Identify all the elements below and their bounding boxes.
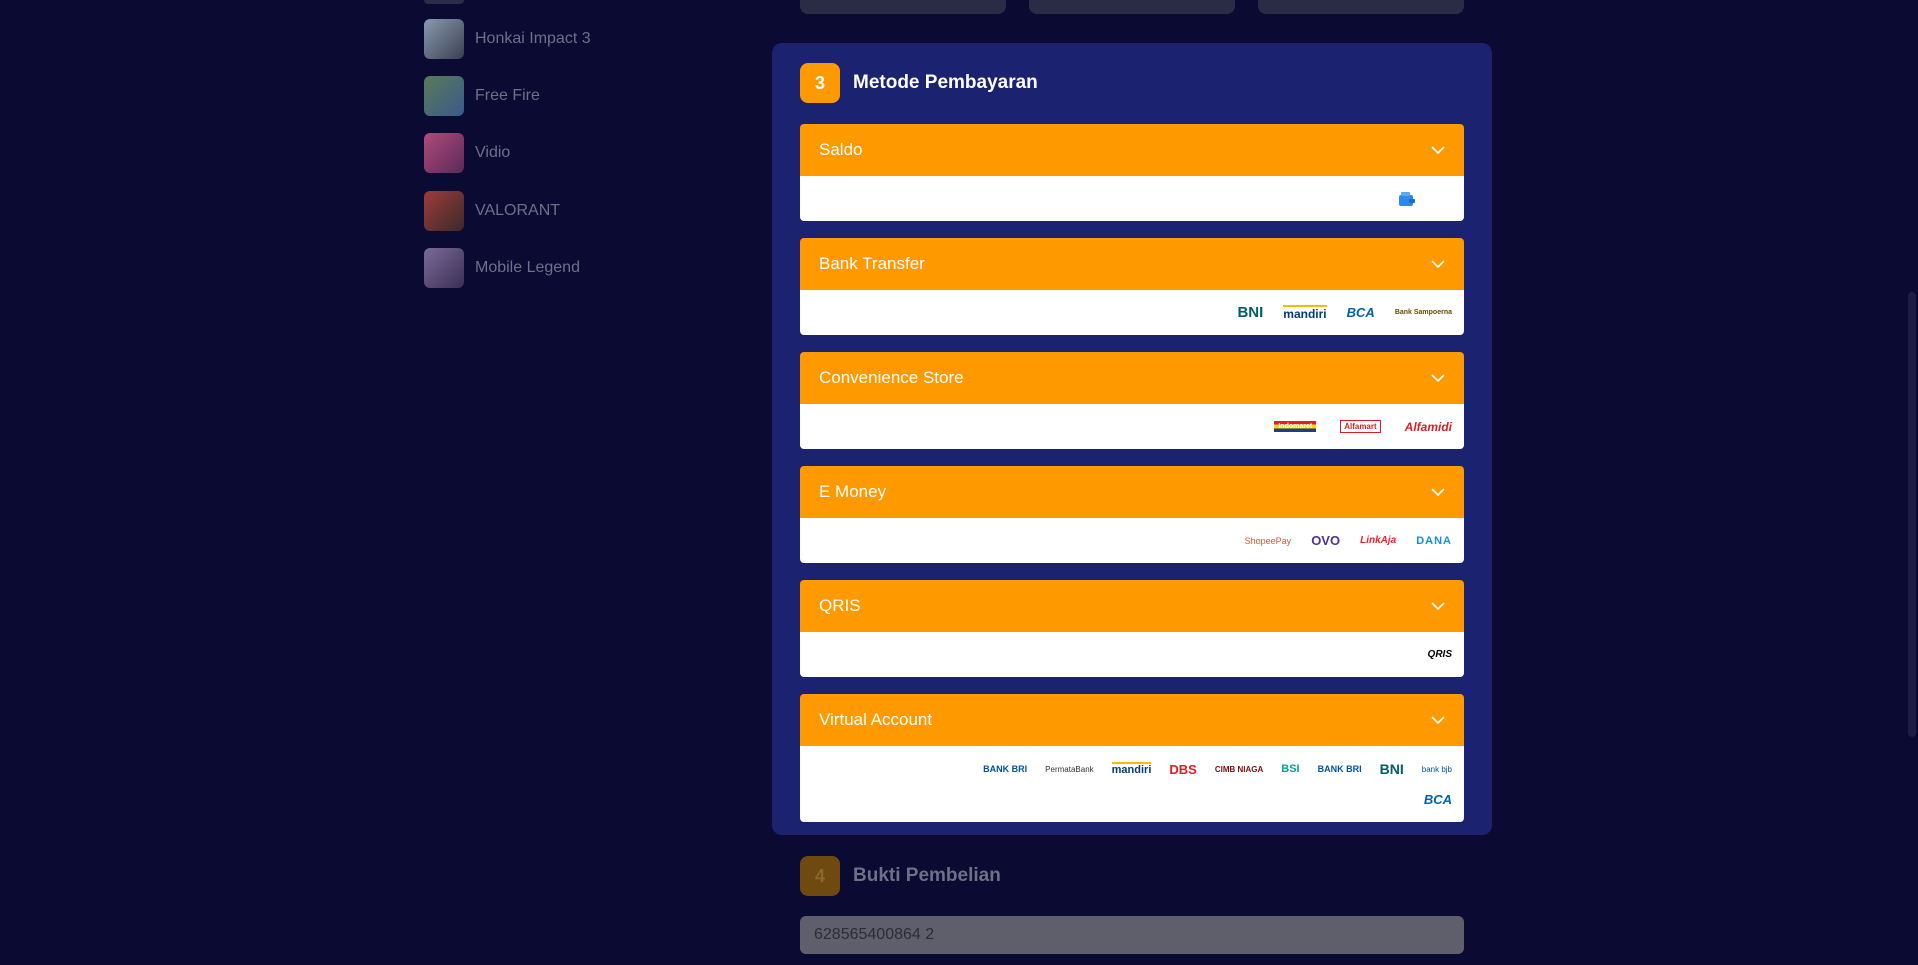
- method-label: Bank Transfer: [819, 254, 925, 273]
- logo-bni: BNI: [1237, 304, 1264, 321]
- method-body: Indomaret Alfamart Alfamidi: [800, 404, 1464, 449]
- payment-method-virtual-account: Virtual Account BANK BRI PermataBank man…: [800, 694, 1464, 822]
- method-header-saldo[interactable]: Saldo: [800, 124, 1464, 176]
- chevron-down-icon: [1431, 716, 1445, 725]
- logo-dbs: DBS: [1169, 761, 1197, 777]
- logo-shopeepay: ShopeePay: [1244, 535, 1292, 546]
- step-number-badge: 4: [800, 856, 840, 896]
- method-label: Virtual Account: [819, 710, 933, 729]
- step-title: Metode Pembayaran: [853, 72, 1038, 93]
- sidebar-item-vidio[interactable]: Vidio: [424, 131, 764, 175]
- method-header-virtual-account[interactable]: Virtual Account: [800, 694, 1464, 746]
- method-body: ShopeePay OVO LinkAja DANA: [800, 518, 1464, 563]
- method-header-e-money[interactable]: E Money: [800, 466, 1464, 518]
- logo-bank-bjb: bank bjb: [1421, 764, 1452, 774]
- logo-mandiri: mandiri: [1283, 304, 1327, 321]
- scrollbar-thumb[interactable]: [1908, 292, 1916, 737]
- chevron-down-icon: [1431, 146, 1445, 155]
- logo-alfamidi: Alfamidi: [1404, 419, 1452, 434]
- game-thumbnail: [424, 133, 464, 173]
- method-label: QRIS: [819, 596, 861, 615]
- logo-bank-bri: BANK BRI: [983, 764, 1028, 774]
- method-body: BNI mandiri BCA Bank Sampoerna: [800, 290, 1464, 335]
- logo-alfamart: Alfamart: [1340, 420, 1381, 433]
- logo-cimb-niaga: CIMB NIAGA: [1214, 764, 1264, 774]
- payment-method-e-money: E Money ShopeePay OVO LinkAja DANA: [800, 466, 1464, 563]
- chevron-down-icon: [1431, 260, 1445, 269]
- step-title: Bukti Pembelian: [853, 865, 1001, 886]
- sidebar-item-valorant[interactable]: VALORANT: [424, 189, 764, 233]
- logo-ovo: OVO: [1311, 533, 1341, 548]
- logo-mandiri: mandiri: [1111, 762, 1152, 776]
- step-number-badge: 3: [800, 63, 840, 103]
- game-label: Mobile Legend: [475, 259, 580, 276]
- game-label: VALORANT: [475, 202, 561, 219]
- game-label: Honkai Impact 3: [475, 30, 591, 47]
- method-body: QRIS: [800, 632, 1464, 677]
- payment-method-convenience-store: Convenience Store Indomaret Alfamart Alf…: [800, 352, 1464, 449]
- method-label: Convenience Store: [819, 368, 964, 387]
- logo-qris: QRIS: [1427, 649, 1452, 660]
- chevron-down-icon: [1431, 374, 1445, 383]
- logo-bca: BCA: [1346, 305, 1375, 320]
- method-header-qris[interactable]: QRIS: [800, 580, 1464, 632]
- nominal-card-partial[interactable]: [1258, 0, 1464, 14]
- logo-indomaret: Indomaret: [1274, 421, 1317, 432]
- payment-method-saldo: Saldo: [800, 124, 1464, 221]
- sidebar-item-partial[interactable]: [424, 0, 464, 4]
- nominal-card-partial[interactable]: [1029, 0, 1235, 14]
- logo-bsi: BSI: [1281, 763, 1300, 775]
- phone-number-input[interactable]: [800, 916, 1464, 954]
- logo-bank-bri: BANK BRI: [1317, 764, 1362, 774]
- page-scrollbar[interactable]: [1906, 0, 1918, 965]
- chevron-down-icon: [1431, 602, 1445, 611]
- logo-bni: BNI: [1379, 761, 1404, 777]
- sidebar-item-free-fire[interactable]: Free Fire: [424, 74, 764, 118]
- method-body: BANK BRI PermataBank mandiri DBS CIMB NI…: [800, 746, 1464, 822]
- logo-dana: DANA: [1416, 534, 1452, 547]
- payment-method-qris: QRIS QRIS: [800, 580, 1464, 677]
- nominal-card-partial[interactable]: [800, 0, 1006, 14]
- wallet-icon: [1399, 191, 1415, 206]
- step-header: 3 Metode Pembayaran: [800, 63, 1464, 103]
- method-header-bank-transfer[interactable]: Bank Transfer: [800, 238, 1464, 290]
- payment-method-panel: 3 Metode Pembayaran Saldo Bank Transfer …: [772, 43, 1492, 835]
- method-body: [800, 176, 1464, 221]
- game-thumbnail: [424, 76, 464, 116]
- step-header: 4 Bukti Pembelian: [800, 856, 1464, 896]
- chevron-down-icon: [1431, 488, 1445, 497]
- logo-linkaja: LinkAja: [1360, 535, 1397, 546]
- game-thumbnail: [424, 248, 464, 288]
- method-header-convenience-store[interactable]: Convenience Store: [800, 352, 1464, 404]
- method-label: E Money: [819, 482, 887, 501]
- payment-method-bank-transfer: Bank Transfer BNI mandiri BCA Bank Sampo…: [800, 238, 1464, 335]
- game-label: Free Fire: [475, 87, 540, 104]
- sidebar-item-honkai-impact-3[interactable]: Honkai Impact 3: [424, 17, 764, 61]
- game-thumbnail: [424, 19, 464, 59]
- logo-bca: BCA: [1423, 791, 1452, 807]
- step-4-section: 4 Bukti Pembelian: [800, 856, 1464, 896]
- logo-bank-sampoerna: Bank Sampoerna: [1394, 309, 1452, 316]
- sidebar-item-mobile-legend[interactable]: Mobile Legend: [424, 246, 764, 290]
- method-label: Saldo: [819, 140, 863, 159]
- game-label: Vidio: [475, 144, 511, 161]
- game-thumbnail: [424, 191, 464, 231]
- logo-permatabank: PermataBank: [1045, 764, 1094, 774]
